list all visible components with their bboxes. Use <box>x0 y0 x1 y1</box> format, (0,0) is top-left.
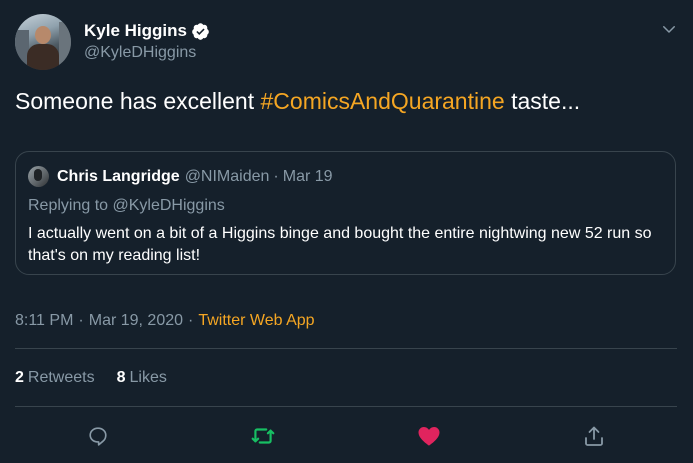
quoted-replying-to: Replying to @KyleDHiggins <box>28 196 225 216</box>
quoted-tweet-text: I actually went on a bit of a Higgins bi… <box>28 225 652 264</box>
quoted-author-handle: @NIMaiden <box>184 167 270 185</box>
tweet-metadata: 8:11 PM · Mar 19, 2020 · Twitter Web App <box>15 310 315 332</box>
tweet-card: Kyle Higgins @KyleDHiggins Someone has e… <box>0 0 693 463</box>
reply-button[interactable] <box>84 422 112 450</box>
like-button[interactable] <box>415 422 443 450</box>
author-handle[interactable]: @KyleDHiggins <box>84 42 210 64</box>
divider <box>15 348 677 349</box>
replying-prefix: Replying to <box>28 197 113 214</box>
quoted-tweet-card[interactable]: Chris Langridge @NIMaiden · Mar 19 Reply… <box>15 151 676 275</box>
tweet-time[interactable]: 8:11 PM <box>15 310 73 332</box>
likes-stat[interactable]: 8 Likes <box>117 368 167 388</box>
likes-count: 8 <box>116 369 126 386</box>
tweet-source-link[interactable]: Twitter Web App <box>198 310 314 332</box>
chevron-down-icon[interactable] <box>660 20 678 38</box>
quoted-tweet-header: Chris Langridge @NIMaiden · Mar 19 <box>28 166 333 187</box>
meta-separator: · <box>78 312 84 329</box>
author-name[interactable]: Kyle Higgins <box>84 20 187 42</box>
hashtag-link[interactable]: #ComicsAndQuarantine <box>261 88 505 114</box>
avatar-figure-body <box>27 44 59 70</box>
retweets-stat[interactable]: 2 Retweets <box>15 368 95 388</box>
retweets-label: Retweets <box>27 369 95 386</box>
tweet-actions <box>0 422 693 450</box>
quoted-separator: · <box>273 167 279 185</box>
quoted-date: Mar 19 <box>282 167 333 185</box>
tweet-stats: 2 Retweets 8 Likes <box>15 368 167 388</box>
likes-label: Likes <box>129 369 167 386</box>
retweet-icon <box>251 428 275 444</box>
tweet-header: Kyle Higgins @KyleDHiggins <box>15 13 210 71</box>
replying-handle: @KyleDHiggins <box>112 197 225 214</box>
avatar-background-building <box>59 22 71 70</box>
quoted-author-avatar <box>28 166 49 187</box>
tweet-text-before: Someone has excellent <box>15 88 261 114</box>
author-name-row: Kyle Higgins <box>84 20 210 42</box>
retweets-count: 2 <box>15 369 24 386</box>
like-icon <box>418 427 440 446</box>
divider <box>15 406 677 407</box>
retweet-button[interactable] <box>249 422 277 450</box>
author-avatar[interactable] <box>15 14 71 70</box>
reply-icon <box>89 427 107 446</box>
tweet-date[interactable]: Mar 19, 2020 <box>89 310 183 332</box>
avatar-figure-face <box>35 26 51 44</box>
verified-badge-icon <box>192 22 209 40</box>
tweet-text: Someone has excellent #ComicsAndQuaranti… <box>15 85 580 117</box>
author-names: Kyle Higgins @KyleDHiggins <box>84 20 210 64</box>
meta-separator: · <box>188 312 194 329</box>
tweet-text-after: taste... <box>504 88 581 114</box>
share-button[interactable] <box>580 422 608 450</box>
quoted-author-name: Chris Langridge <box>57 167 180 185</box>
share-icon <box>585 426 603 446</box>
